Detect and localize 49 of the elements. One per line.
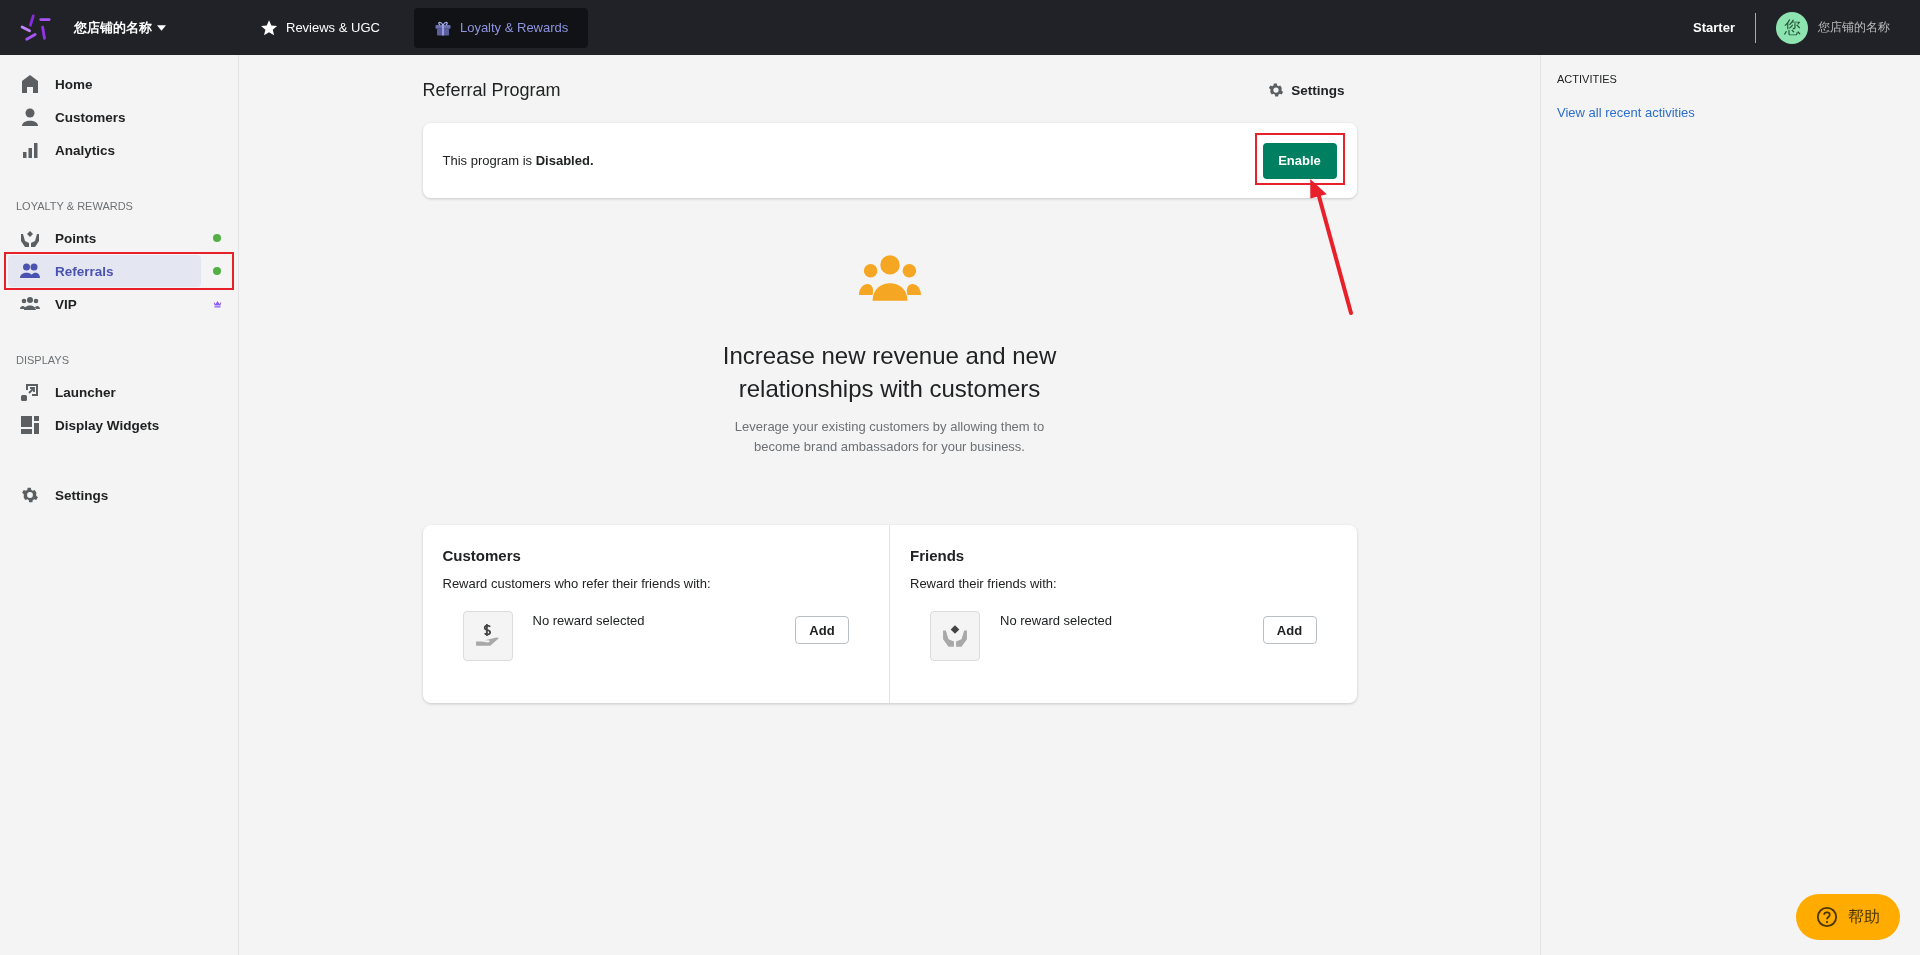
store-switcher[interactable]: 您店铺的名称 <box>74 18 152 37</box>
add-button[interactable]: Add <box>1262 616 1317 644</box>
page-title: Referral Program <box>422 79 561 101</box>
people-icon <box>858 254 921 301</box>
panel-description: Reward customers who refer their friends with: <box>442 576 712 591</box>
nav-item[interactable]: Points <box>8 222 201 254</box>
settings-icon <box>1267 81 1286 99</box>
hands-icon <box>942 623 968 649</box>
section-heading: DISPLAYS <box>15 353 70 368</box>
people-icon <box>20 261 40 281</box>
panel-title: Friends <box>910 547 966 564</box>
home-icon <box>20 74 40 94</box>
account-name[interactable]: 您店铺的名称 <box>1818 19 1890 36</box>
enable-button[interactable]: Enable <box>1262 142 1337 179</box>
add-button[interactable]: Add <box>795 616 849 644</box>
top-tab[interactable]: Reviews & UGC <box>260 7 402 48</box>
reward-status: No reward selected <box>1000 613 1113 628</box>
program-status: This program is Disabled. <box>442 153 594 168</box>
widgets-icon <box>20 415 40 435</box>
nav-item[interactable]: Display Widgets <box>8 409 201 441</box>
settings-icon <box>20 485 40 505</box>
hands-icon <box>20 228 40 248</box>
nav-item[interactable]: Home <box>8 68 201 100</box>
reward-status: No reward selected <box>532 613 646 628</box>
top-tab[interactable]: Loyalty & Rewards <box>413 7 589 48</box>
panel-title: Customers <box>442 547 522 564</box>
star-icon <box>260 18 278 37</box>
caret-icon[interactable] <box>157 24 166 31</box>
person-icon <box>20 107 40 127</box>
empty-state-heading: Increase new revenue and new relationships with customers <box>721 341 1058 404</box>
plan-label: Starter <box>1693 20 1735 35</box>
money-hand-icon <box>474 623 501 649</box>
panel-description: Reward their friends with: <box>910 576 1058 591</box>
activities-link[interactable]: View all recent activities <box>1557 105 1695 120</box>
avatar[interactable]: 您 <box>1776 11 1808 44</box>
bar-chart-icon <box>20 140 40 160</box>
help-icon <box>1816 906 1838 928</box>
launch-icon <box>20 382 40 402</box>
activities-heading: ACTIVITIES <box>1557 73 1618 85</box>
nav-item[interactable]: Referrals <box>8 255 201 287</box>
nav-item[interactable]: Customers <box>8 101 201 133</box>
nav-item[interactable]: Settings <box>8 479 201 511</box>
help-button[interactable]: 帮助 <box>1796 894 1900 940</box>
section-heading: LOYALTY & REWARDS <box>15 199 134 214</box>
nav-item[interactable]: Launcher <box>8 376 201 408</box>
nav-item[interactable]: Analytics <box>8 134 201 166</box>
settings-button[interactable]: Settings <box>1267 81 1357 99</box>
empty-state-description: Leverage your existing customers by allowing them to become brand ambassadors for your business. <box>733 418 1046 456</box>
nav-item[interactable]: VIP <box>8 288 201 320</box>
